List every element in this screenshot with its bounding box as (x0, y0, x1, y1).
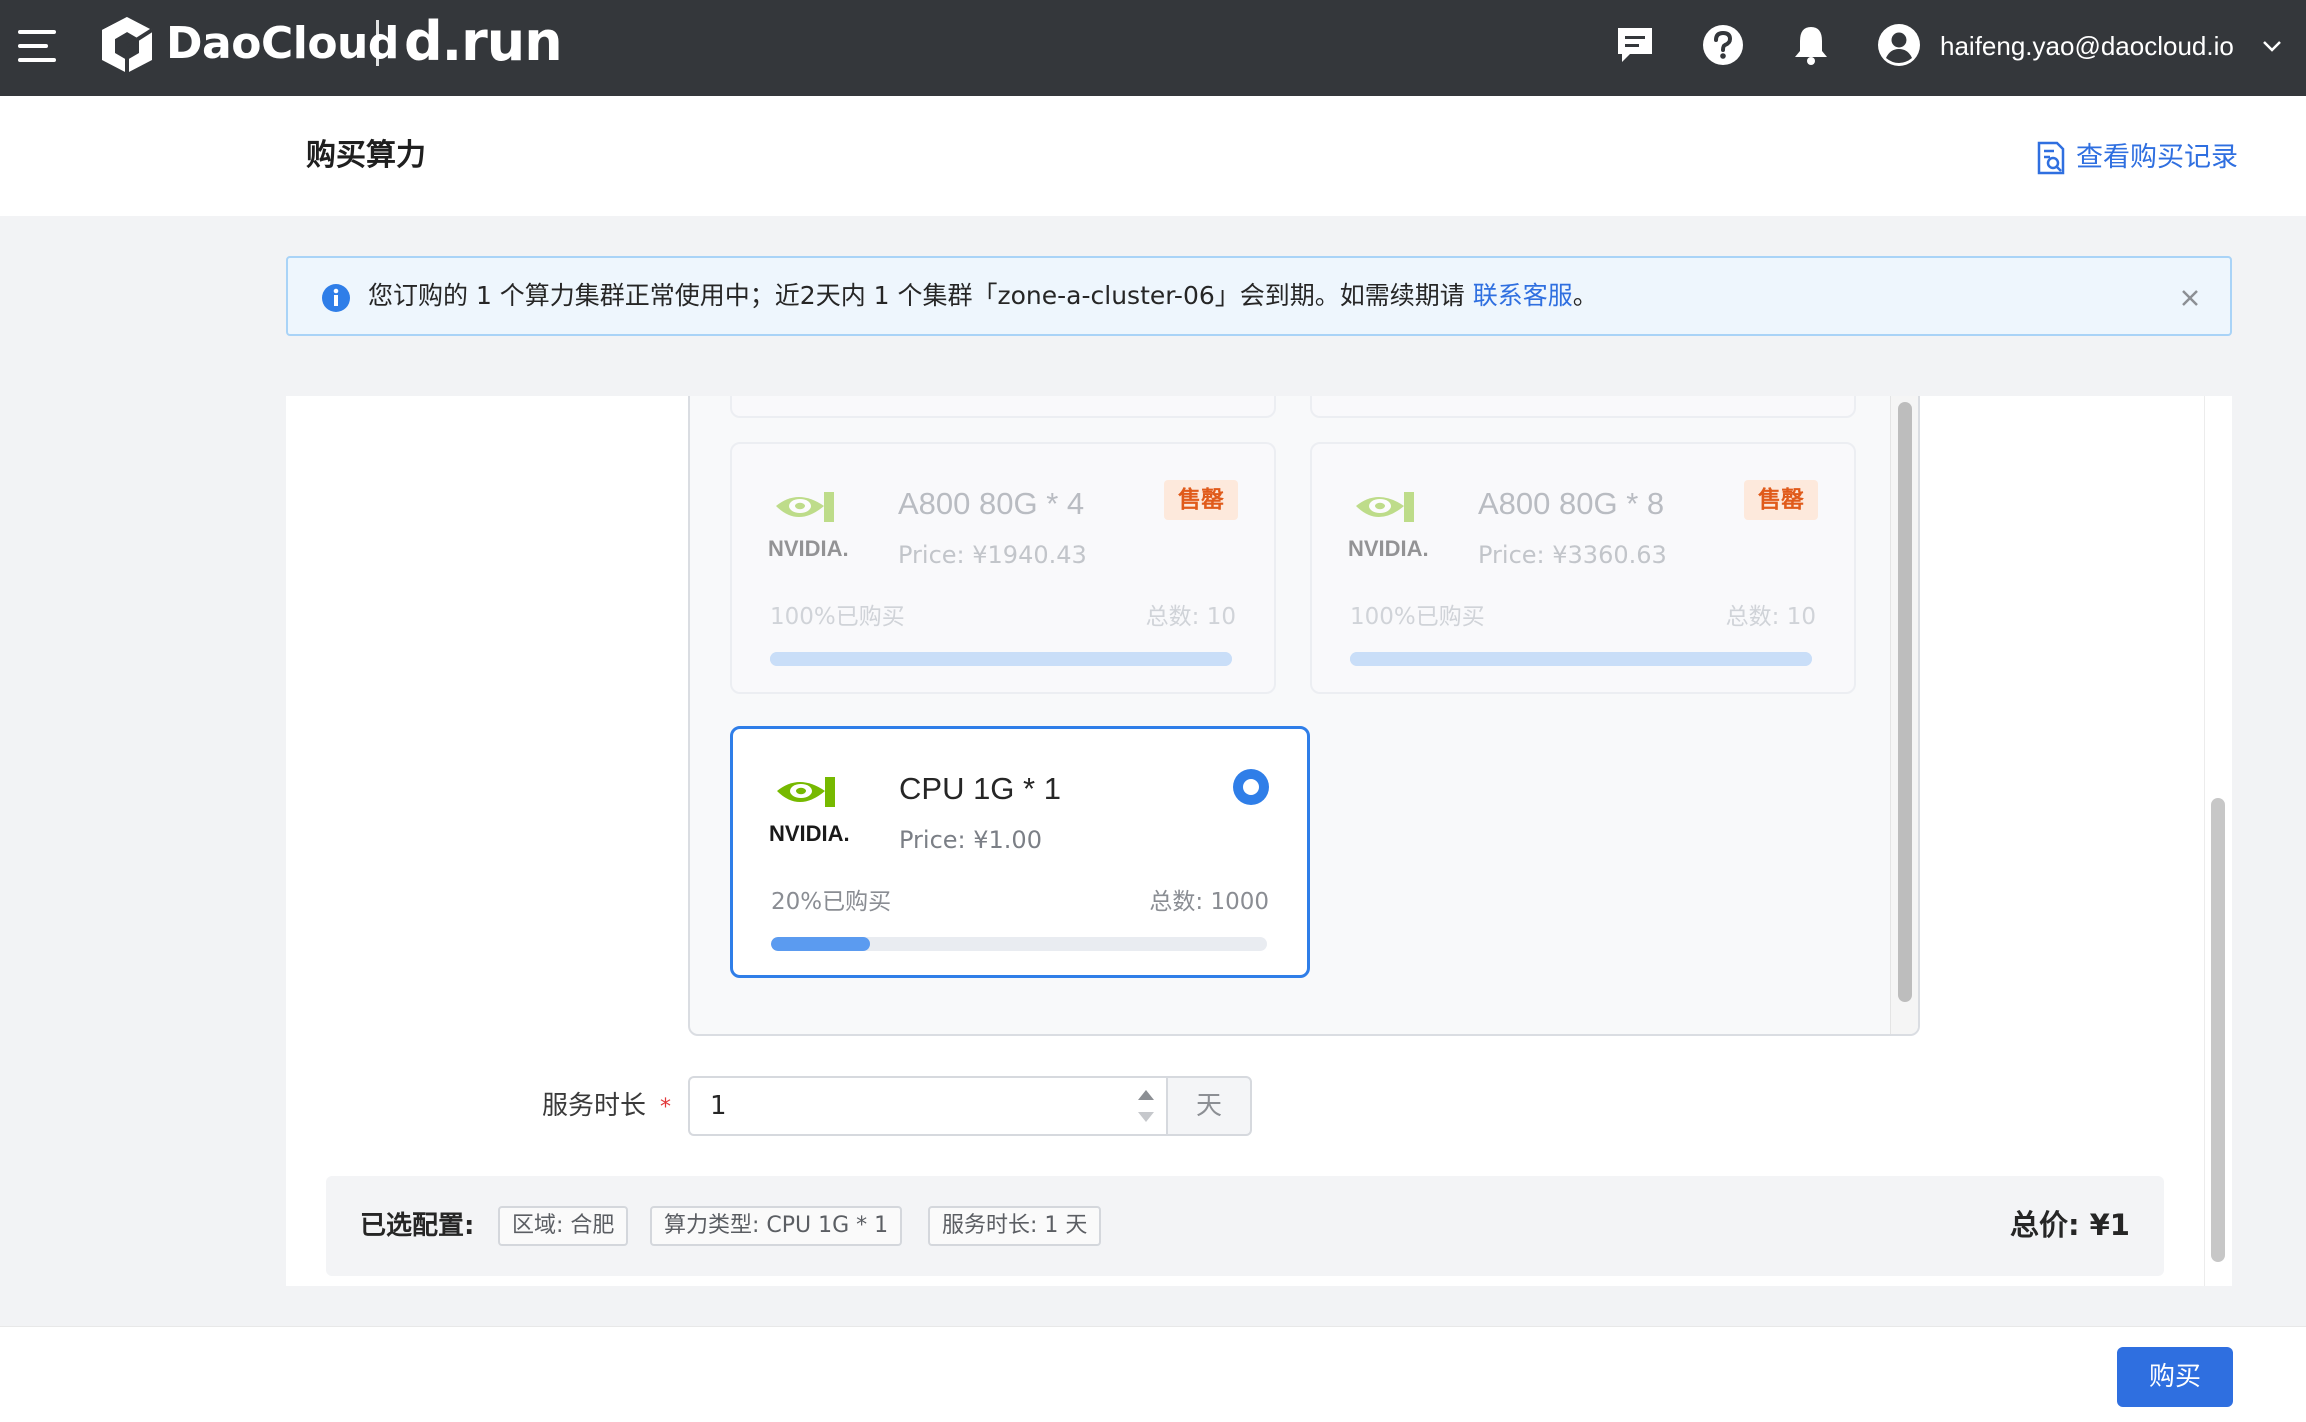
card-name: A800 80G * 4 (898, 486, 1085, 521)
nvidia-logo-icon: NVIDIA. (768, 492, 849, 561)
card-price: Price: ¥1.00 (899, 826, 1042, 854)
chevron-down-icon[interactable] (2260, 34, 2284, 58)
selected-config-summary: 已选配置: 区域: 合肥 算力类型: CPU 1G * 1 服务时长: 1 天 … (326, 1176, 2164, 1276)
config-tag-duration: 服务时长: 1 天 (928, 1206, 1102, 1246)
card-total: 总数: 10 (1145, 604, 1236, 630)
config-tag-compute-type: 算力类型: CPU 1G * 1 (650, 1206, 903, 1246)
progress-bar (771, 937, 1267, 951)
duration-label: 服务时长 * (542, 1086, 671, 1128)
view-purchase-history-label: 查看购买记录 (2076, 142, 2238, 173)
card-name: A800 80G * 8 (1478, 486, 1665, 521)
nvidia-logo-icon: NVIDIA. (769, 777, 850, 846)
duration-label-text: 服务时长 (542, 1091, 647, 1121)
daocloud-logo-icon (102, 17, 154, 73)
sold-out-badge: 售罄 (1744, 480, 1818, 520)
progress-fill (770, 652, 1232, 666)
buy-button[interactable]: 购买 (2117, 1347, 2233, 1407)
footer-bar: 购买 (0, 1326, 2306, 1422)
top-nav-bar: DaoCloud d.run haifeng.yao@daocloud.io (0, 0, 2306, 96)
config-tag-region: 区域: 合肥 (498, 1206, 629, 1246)
brand-divider (376, 20, 379, 66)
svg-text:NVIDIA.: NVIDIA. (1348, 536, 1429, 561)
help-icon[interactable] (1700, 22, 1746, 68)
required-mark: * (660, 1095, 672, 1120)
selected-radio[interactable] (1233, 769, 1269, 805)
close-icon[interactable] (2174, 282, 2206, 314)
card-bought-percent: 100%已购买 (770, 604, 905, 630)
page-header: 购买算力 查看购买记录 (0, 96, 2306, 216)
alert-message: 您订购的 1 个算力集群正常使用中；近2天内 1 个集群「zone-a-clus… (368, 276, 1598, 316)
summary-label: 已选配置: (360, 1211, 475, 1241)
progress-bar (770, 652, 1232, 666)
card-bought-percent: 20%已购买 (771, 889, 892, 915)
expiry-alert: 您订购的 1 个算力集群正常使用中；近2天内 1 个集群「zone-a-clus… (286, 256, 2232, 336)
progress-fill (771, 937, 871, 951)
card-total: 总数: 1000 (1149, 889, 1269, 915)
total-price: 总价: ¥1 (2009, 1208, 2130, 1242)
compute-card-a800-8: NVIDIA. A800 80G * 8 Price: ¥3360.63 售罄 … (1310, 442, 1856, 694)
spec-list-scrollbar[interactable] (1898, 402, 1912, 1002)
card-price: Price: ¥3360.63 (1478, 541, 1667, 569)
card-name: CPU 1G * 1 (899, 771, 1061, 806)
increment-icon[interactable] (1138, 1090, 1154, 1100)
card-bought-percent: 100%已购买 (1350, 604, 1485, 630)
product-name: d.run (404, 10, 563, 73)
nvidia-logo-icon: NVIDIA. (1348, 492, 1429, 561)
compute-card-partial (730, 396, 1276, 418)
compute-card-a800-4: NVIDIA. A800 80G * 4 Price: ¥1940.43 售罄 … (730, 442, 1276, 694)
compute-spec-list[interactable]: NVIDIA. A800 80G * 4 Price: ¥1940.43 售罄 … (688, 396, 1920, 1036)
contact-support-link[interactable]: 联系客服 (1473, 281, 1573, 310)
view-purchase-history-link[interactable]: 查看购买记录 (2036, 138, 2238, 178)
progress-fill (1350, 652, 1812, 666)
progress-bar (1350, 652, 1812, 666)
user-avatar-icon[interactable] (1876, 22, 1922, 68)
compute-card-cpu-1g[interactable]: NVIDIA. CPU 1G * 1 Price: ¥1.00 20%已购买 总… (730, 726, 1310, 978)
bell-icon[interactable] (1788, 22, 1834, 68)
card-price: Price: ¥1940.43 (898, 541, 1087, 569)
info-icon (322, 284, 350, 312)
duration-unit: 天 (1166, 1076, 1252, 1136)
document-search-icon (2037, 141, 2065, 175)
card-total: 总数: 10 (1725, 604, 1816, 630)
duration-input[interactable] (688, 1076, 1168, 1136)
user-email[interactable]: haifeng.yao@daocloud.io (1940, 28, 2234, 64)
chat-icon[interactable] (1612, 22, 1658, 68)
sold-out-badge: 售罄 (1164, 480, 1238, 520)
alert-text: 您订购的 1 个算力集群正常使用中；近2天内 1 个集群「zone-a-clus… (368, 281, 1473, 310)
page-title: 购买算力 (306, 138, 426, 173)
purchase-form: NVIDIA. A800 80G * 4 Price: ¥1940.43 售罄 … (286, 396, 2232, 1286)
alert-text-end: 。 (1572, 281, 1598, 310)
menu-icon[interactable] (18, 30, 56, 62)
svg-text:NVIDIA.: NVIDIA. (768, 536, 849, 561)
compute-card-partial (1310, 396, 1856, 418)
brand-name: DaoCloud (166, 18, 399, 69)
decrement-icon[interactable] (1138, 1112, 1154, 1122)
form-scrollbar[interactable] (2211, 798, 2225, 1262)
duration-stepper[interactable] (1126, 1078, 1166, 1134)
svg-text:NVIDIA.: NVIDIA. (769, 821, 850, 846)
